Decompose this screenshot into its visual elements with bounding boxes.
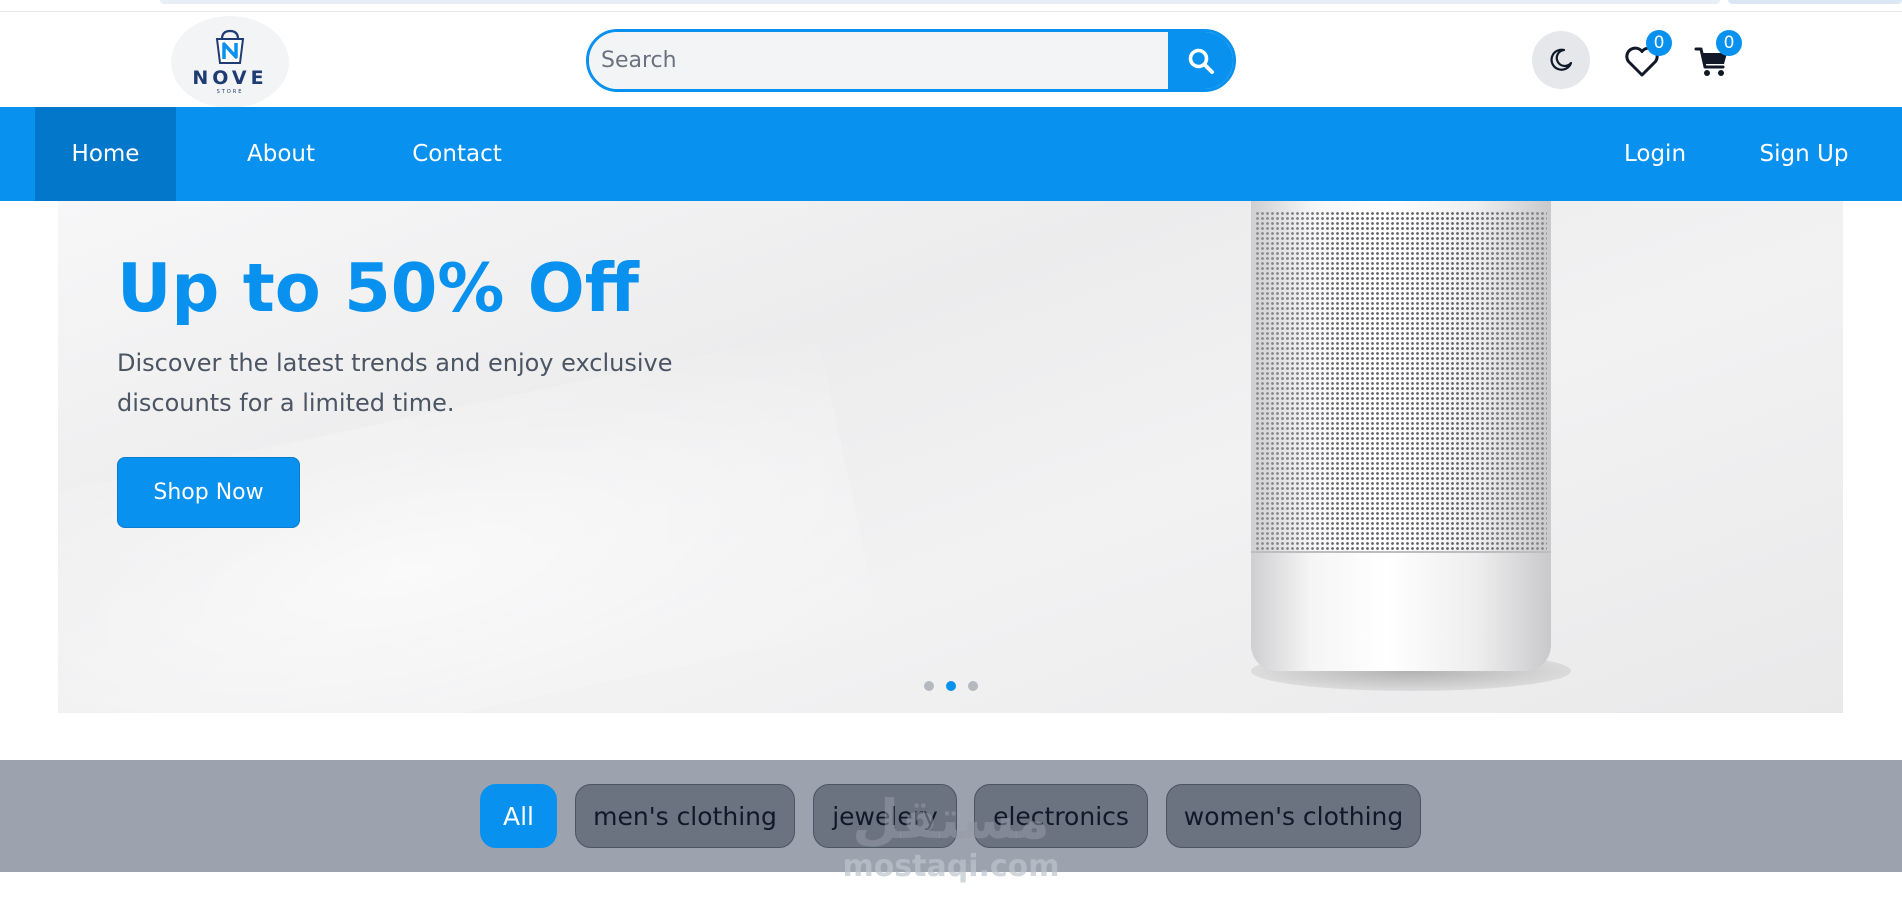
hero-description: Discover the latest trends and enjoy exc… — [117, 349, 673, 417]
dark-mode-toggle[interactable] — [1532, 31, 1590, 89]
shop-now-button[interactable]: Shop Now — [117, 457, 300, 528]
watermark: مستقل mostaqi.com — [836, 790, 1066, 884]
watermark-arabic: مستقل — [852, 788, 1050, 851]
search-bar — [586, 29, 1236, 92]
filter-chip-womens-clothing[interactable]: women's clothing — [1166, 784, 1421, 848]
carousel-indicators — [924, 681, 978, 691]
hero-title: Up to 50% Off — [117, 249, 639, 327]
carousel-dot-1[interactable] — [924, 681, 934, 691]
cart-count-badge: 0 — [1716, 30, 1742, 56]
search-input[interactable] — [589, 32, 1168, 89]
moon-icon — [1550, 48, 1573, 71]
site-header: NOVE STORE 0 0 — [0, 12, 1902, 108]
main-navigation: Home About Contact Login Sign Up — [0, 107, 1902, 201]
nav-link-login[interactable]: Login — [1600, 107, 1710, 201]
logo-brand-text: NOVE — [192, 67, 268, 89]
top-strip-bar — [160, 0, 1720, 4]
nav-link-home[interactable]: Home — [35, 107, 176, 201]
carousel-dot-2[interactable] — [946, 681, 956, 691]
shopping-bag-icon — [210, 29, 250, 65]
filter-chip-mens-clothing[interactable]: men's clothing — [575, 784, 795, 848]
logo-sub-text: STORE — [216, 89, 244, 95]
store-logo[interactable]: NOVE STORE — [171, 16, 289, 108]
filter-chip-all[interactable]: All — [480, 784, 557, 848]
browser-top-strip — [0, 0, 1902, 12]
hero-speaker-image — [1251, 201, 1571, 691]
watermark-latin: mostaqi.com — [842, 849, 1060, 884]
nav-link-signup[interactable]: Sign Up — [1742, 107, 1866, 201]
nav-link-contact[interactable]: Contact — [396, 107, 518, 201]
hero-banner: Up to 50% Off Discover the latest trends… — [58, 201, 1843, 713]
cart-button[interactable]: 0 — [1692, 30, 1742, 82]
search-button[interactable] — [1168, 32, 1233, 89]
nav-link-about[interactable]: About — [220, 107, 342, 201]
search-icon — [1188, 48, 1214, 74]
carousel-dot-3[interactable] — [968, 681, 978, 691]
wishlist-button[interactable]: 0 — [1622, 30, 1672, 82]
wishlist-count-badge: 0 — [1646, 30, 1672, 56]
top-strip-bar-right — [1728, 0, 1902, 4]
